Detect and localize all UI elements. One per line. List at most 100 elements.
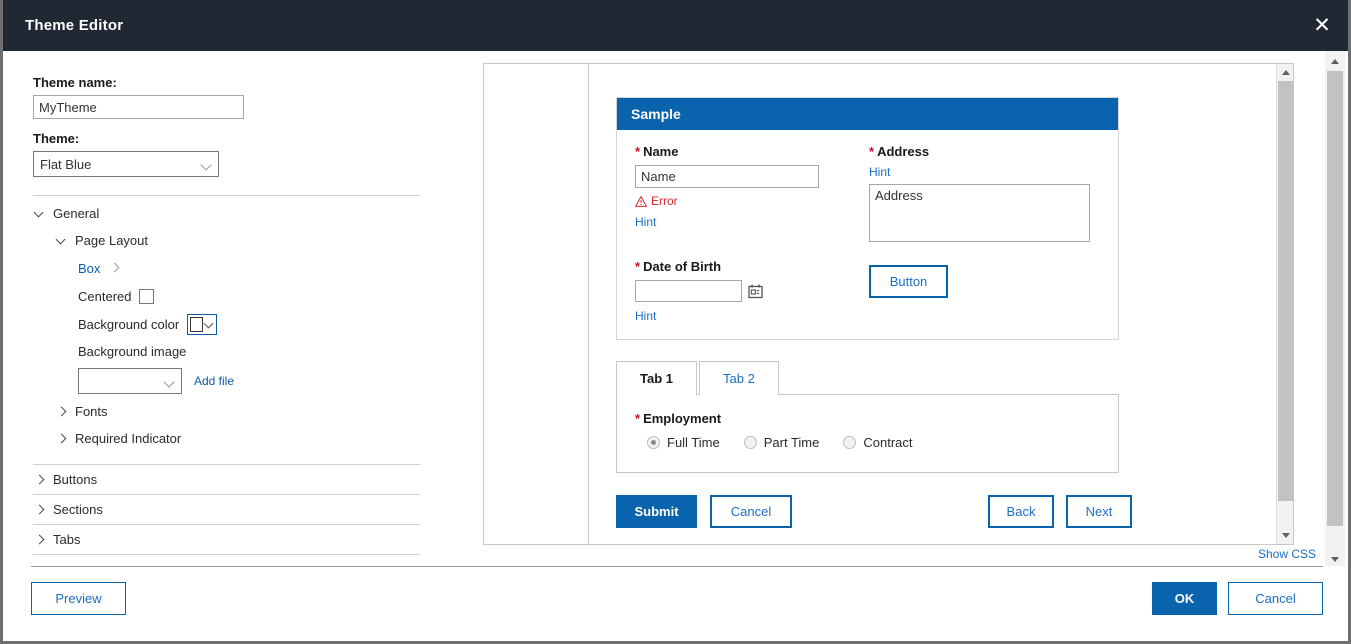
employment-label-text: Employment (643, 411, 721, 426)
required-marker: * (635, 259, 640, 274)
radio-contract[interactable]: Contract (843, 435, 912, 450)
preview-frame: Sample *Name (483, 63, 1294, 545)
theme-editor-dialog: Theme Editor ✕ Theme name: Theme: Flat B… (0, 0, 1351, 644)
radio-part-time-circle (744, 436, 757, 449)
dob-field-label: *Date of Birth (635, 259, 867, 274)
tree-item-fonts[interactable]: Fonts (33, 398, 420, 425)
address-hint-text: Hint (869, 165, 1100, 179)
name-error-text: Error (651, 194, 678, 208)
employment-label: *Employment (635, 411, 1100, 426)
sample-card-body: *Name Error Hint (617, 130, 1118, 339)
preview-gutter (484, 64, 588, 544)
theme-name-input[interactable] (33, 95, 244, 119)
preview-scrollbar[interactable] (1276, 64, 1293, 544)
scroll-up-icon[interactable] (1277, 64, 1293, 81)
dialog-body: Theme name: Theme: Flat Blue General P (3, 51, 1348, 569)
back-button[interactable]: Back (988, 495, 1054, 528)
settings-sidebar: Theme name: Theme: Flat Blue General P (3, 51, 450, 569)
dialog-footer: Preview OK Cancel (6, 566, 1345, 638)
tree-item-page-layout[interactable]: Page Layout (33, 227, 420, 254)
dob-row (635, 280, 867, 302)
background-color-label: Background color (78, 317, 179, 332)
theme-label: Theme: (33, 131, 420, 146)
name-hint-text: Hint (635, 215, 867, 229)
tree-item-general-label: General (53, 206, 99, 221)
chevron-down-icon (201, 159, 212, 170)
theme-select-value: Flat Blue (40, 157, 201, 172)
dialog-scrollbar[interactable] (1325, 51, 1345, 569)
preview-scrollbar-thumb[interactable] (1278, 81, 1293, 501)
next-button[interactable]: Next (1066, 495, 1132, 528)
dob-input[interactable] (635, 280, 742, 302)
show-css-link[interactable]: Show CSS (1258, 547, 1316, 561)
chevron-down-icon (164, 376, 175, 387)
radio-full-time[interactable]: Full Time (647, 435, 720, 450)
background-image-label-row: Background image (33, 338, 420, 364)
calendar-icon[interactable] (748, 284, 763, 299)
address-label-text: Address (877, 144, 929, 159)
titlebar: Theme Editor ✕ (3, 0, 1348, 51)
tree-item-required-indicator[interactable]: Required Indicator (33, 425, 420, 452)
tree-item-tabs-label: Tabs (53, 532, 80, 547)
color-swatch (190, 317, 203, 332)
tab-1[interactable]: Tab 1 (616, 361, 697, 395)
footer-buttons: Preview OK Cancel (6, 567, 1345, 615)
tabs-strip: Tab 1 Tab 2 (616, 360, 1119, 394)
tree-item-box-label: Box (78, 261, 100, 276)
required-marker: * (635, 144, 640, 159)
tree-item-tabs[interactable]: Tabs (33, 525, 420, 555)
scroll-down-icon[interactable] (1277, 527, 1293, 544)
chevron-right-icon (33, 503, 47, 517)
dialog-scrollbar-thumb[interactable] (1327, 71, 1343, 526)
tree-item-buttons[interactable]: Buttons (33, 464, 420, 495)
page-title: Theme Editor (25, 17, 123, 34)
name-input[interactable] (635, 165, 819, 188)
preview-content: Sample *Name (588, 64, 1293, 544)
add-file-link[interactable]: Add file (194, 374, 234, 388)
chevron-right-icon (55, 432, 69, 446)
radio-contract-circle (843, 436, 856, 449)
close-icon[interactable]: ✕ (1296, 0, 1348, 51)
preview-cancel-button[interactable]: Cancel (710, 495, 792, 528)
chevron-right-icon (108, 261, 122, 275)
radio-contract-label: Contract (863, 435, 912, 450)
sample-button[interactable]: Button (869, 265, 948, 298)
name-field-label: *Name (635, 144, 867, 159)
tree-item-sections-label: Sections (53, 502, 103, 517)
background-color-picker[interactable] (187, 314, 217, 335)
centered-row: Centered (33, 282, 420, 310)
footer-right-buttons: OK Cancel (1152, 582, 1323, 615)
warning-icon (635, 196, 647, 207)
address-textarea[interactable]: Address (869, 184, 1090, 242)
tree-item-box[interactable]: Box (33, 254, 420, 282)
required-marker: * (635, 411, 640, 426)
theme-select[interactable]: Flat Blue (33, 151, 219, 177)
employment-radio-group: Full Time Part Time Contract (635, 435, 1100, 450)
divider (33, 195, 420, 196)
tree-item-sections[interactable]: Sections (33, 495, 420, 525)
theme-name-label: Theme name: (33, 75, 420, 90)
sample-card-title: Sample (617, 98, 1118, 130)
tree-item-buttons-label: Buttons (53, 472, 97, 487)
preview-button[interactable]: Preview (31, 582, 126, 615)
required-marker: * (869, 144, 874, 159)
scroll-up-icon[interactable] (1325, 51, 1345, 71)
tab-2[interactable]: Tab 2 (699, 361, 779, 395)
submit-button[interactable]: Submit (616, 495, 697, 528)
chevron-down-icon (55, 234, 69, 248)
dob-hint-text: Hint (635, 309, 867, 323)
radio-part-time[interactable]: Part Time (744, 435, 820, 450)
centered-checkbox[interactable] (139, 289, 154, 304)
theme-select-wrap: Flat Blue (33, 151, 219, 177)
ok-button[interactable]: OK (1152, 582, 1217, 615)
tree-item-general[interactable]: General (33, 200, 420, 227)
name-error-row: Error (635, 194, 867, 208)
background-image-select[interactable] (78, 368, 182, 394)
cancel-button[interactable]: Cancel (1228, 582, 1323, 615)
tree-item-required-indicator-label: Required Indicator (75, 431, 181, 446)
chevron-right-icon (33, 533, 47, 547)
background-image-row: Add file (33, 364, 420, 398)
name-label-text: Name (643, 144, 678, 159)
chevron-right-icon (33, 473, 47, 487)
centered-label: Centered (78, 289, 131, 304)
